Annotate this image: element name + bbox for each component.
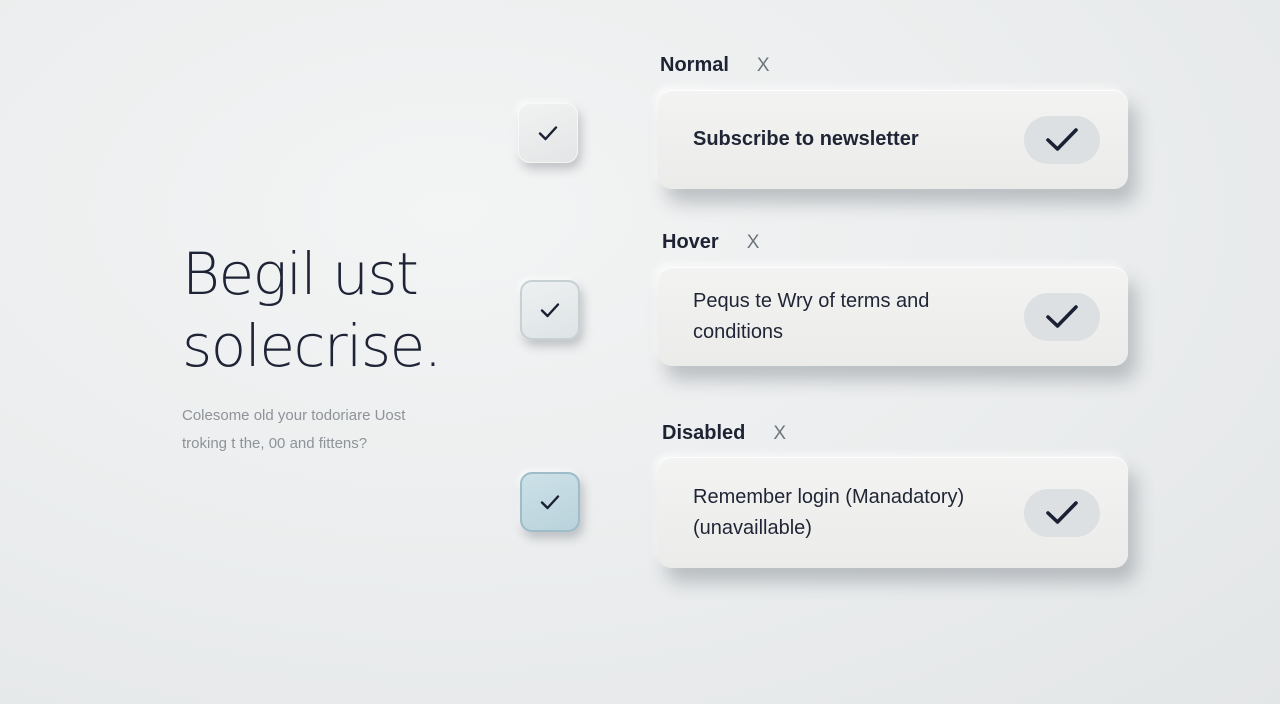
option-card-hover[interactable]: Pequs te Wry of terms and conditions [658, 267, 1128, 366]
state-label-text: Normal [660, 54, 729, 76]
hero-description: Colesome old your todoriare Uost troking… [182, 407, 406, 452]
check-icon [540, 495, 560, 510]
x-icon[interactable]: X [747, 232, 760, 254]
state-label-text: Hover [662, 231, 719, 253]
option-label: Pequs te Wry of terms and conditions [693, 289, 930, 343]
option-card-normal[interactable]: Subscribe to newsletter [658, 90, 1128, 189]
check-icon [1046, 304, 1078, 328]
check-icon [538, 126, 558, 141]
check-icon [1046, 500, 1078, 524]
state-label-text: Disabled [662, 422, 746, 444]
x-icon[interactable]: X [773, 423, 786, 445]
check-toggle[interactable] [1024, 115, 1100, 164]
x-icon[interactable]: X [757, 55, 770, 77]
checkbox-hover[interactable] [520, 280, 580, 340]
check-icon [1046, 127, 1078, 151]
checkbox-disabled [520, 472, 580, 532]
check-icon [540, 303, 560, 318]
hero-section: Begil ust solecrise. Colesome old your t… [182, 238, 502, 458]
checkbox-normal[interactable] [518, 103, 578, 163]
check-toggle[interactable] [1024, 292, 1100, 341]
state-label-disabled: Disabled X [662, 422, 786, 445]
check-toggle [1024, 488, 1100, 537]
state-label-normal: Normal X [660, 54, 770, 77]
option-label: Remember login (Manadatory) (unavaillabl… [693, 485, 965, 539]
hero-title: Begil ust solecrise. [182, 240, 442, 380]
option-card-disabled: Remember login (Manadatory) (unavaillabl… [658, 457, 1128, 568]
option-label: Subscribe to newsletter [693, 128, 919, 150]
state-label-hover: Hover X [662, 231, 759, 254]
